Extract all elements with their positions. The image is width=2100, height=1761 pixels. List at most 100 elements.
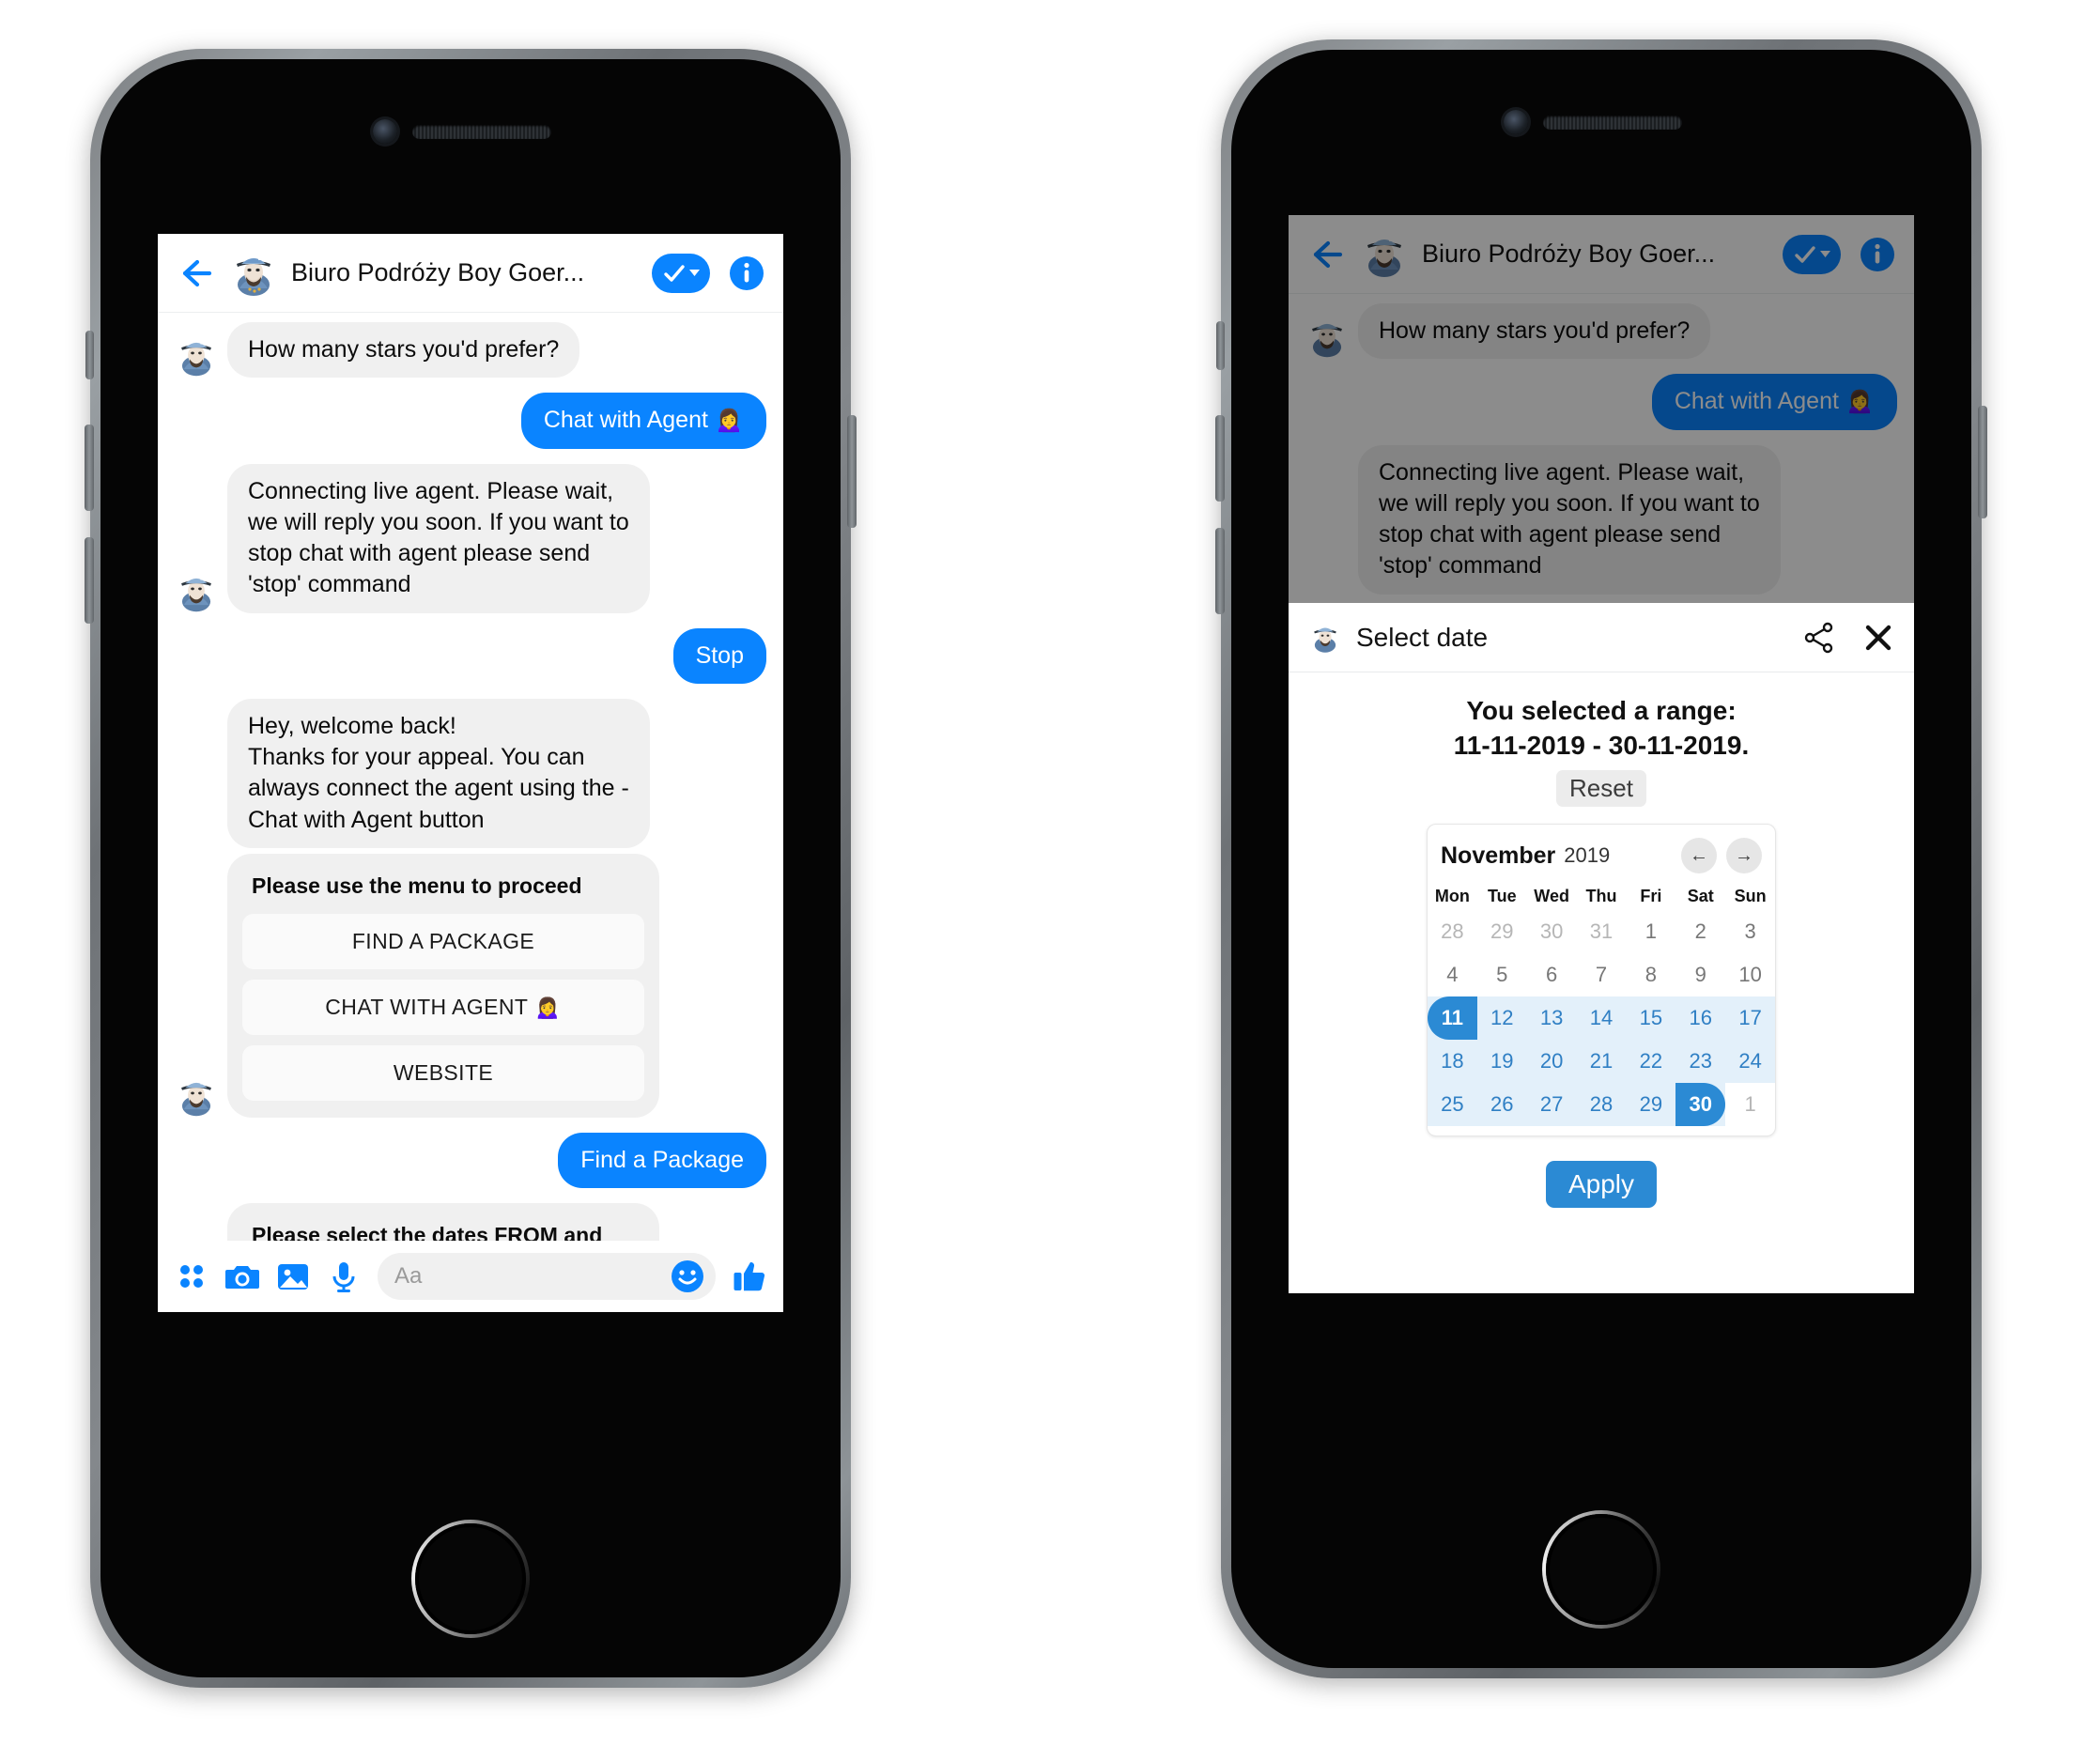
mute-switch[interactable] [85, 331, 94, 379]
reset-button[interactable]: Reset [1556, 770, 1646, 808]
smiley-icon[interactable] [671, 1259, 704, 1293]
info-icon[interactable] [729, 255, 764, 291]
day-header: Sun [1734, 887, 1767, 906]
calendar-day[interactable]: 29 [1477, 910, 1527, 953]
check-dropdown-icon[interactable] [1783, 234, 1841, 274]
app-grid-icon[interactable] [175, 1259, 208, 1293]
calendar-day[interactable]: 12 [1476, 996, 1527, 1041]
earpiece-speaker [412, 125, 551, 139]
phone-right: Biuro Podróży Boy Goer... How many stars… [1215, 39, 1987, 1678]
bot-avatar [1305, 316, 1349, 359]
mute-switch[interactable] [1216, 321, 1225, 370]
message-input[interactable]: Aa [378, 1253, 716, 1300]
calendar-day[interactable]: 26 [1476, 1083, 1527, 1127]
calendar-day[interactable]: 14 [1576, 996, 1627, 1041]
calendar-day[interactable]: 10 [1725, 953, 1775, 996]
message-bubble: Connecting live agent. Please wait, we w… [227, 463, 650, 613]
calendar-day[interactable]: 1 [1626, 910, 1675, 953]
calendar-day[interactable]: 5 [1477, 953, 1527, 996]
chat-with-agent-button[interactable]: CHAT WITH AGENT 🙍‍♀️ [242, 979, 644, 1035]
microphone-icon[interactable] [327, 1259, 361, 1293]
calendar-day[interactable]: 9 [1675, 953, 1725, 996]
apply-button[interactable]: Apply [1545, 1161, 1658, 1209]
select-date-modal: Select date You selected a range: 11-11-… [1289, 603, 1914, 1293]
message-bubble: Connecting live agent. Please wait, we w… [1358, 444, 1781, 595]
calendar-day[interactable]: 28 [1576, 1083, 1627, 1127]
website-button[interactable]: WEBSITE [242, 1044, 644, 1101]
front-camera-icon [373, 119, 397, 144]
calendar-day[interactable]: 6 [1527, 953, 1577, 996]
calendar-day[interactable]: 27 [1526, 1083, 1577, 1127]
message-row: Find a Package [158, 1132, 783, 1188]
calendar-day[interactable]: 30 [1675, 1083, 1726, 1127]
bot-avatar [175, 1074, 218, 1118]
home-button[interactable] [1542, 1510, 1660, 1629]
back-arrow-icon[interactable] [177, 254, 216, 293]
phone-right-body: Biuro Podróży Boy Goer... How many stars… [1231, 50, 1971, 1668]
calendar-day[interactable]: 30 [1527, 910, 1577, 953]
screenshot-stage: Biuro Podróży Boy Goer... How many stars… [0, 0, 2100, 1761]
message-row: Connecting live agent. Please wait, we w… [1289, 444, 1914, 595]
message-bubble: Stop [672, 627, 766, 684]
calendar-day[interactable]: 2 [1675, 910, 1725, 953]
calendar-day[interactable]: 18 [1428, 1040, 1477, 1084]
calendar-day[interactable]: 31 [1577, 910, 1627, 953]
calendar-day[interactable]: 3 [1725, 910, 1775, 953]
calendar-day[interactable]: 21 [1576, 1040, 1627, 1084]
calendar-day[interactable]: 17 [1725, 996, 1775, 1041]
calendar-day[interactable]: 16 [1675, 996, 1726, 1041]
back-arrow-icon[interactable] [1307, 235, 1347, 274]
message-row: Please use the menu to proceed FIND A PA… [158, 853, 783, 1118]
calendar-days[interactable]: 28 29 30 31 1 2 3 4 5 6 7 8 9 10 11 12 13 14 15 16 17 18 19 20 2… [1428, 910, 1775, 1127]
message-input-placeholder: Aa [394, 1263, 423, 1289]
calendar-day[interactable]: 15 [1626, 996, 1676, 1041]
power-button[interactable] [1978, 406, 1987, 518]
calendar-day[interactable]: 25 [1428, 1083, 1477, 1127]
find-a-package-button[interactable]: FIND A PACKAGE [242, 913, 644, 969]
phone-left-body: Biuro Podróży Boy Goer... How many stars… [100, 59, 841, 1677]
share-icon[interactable] [1803, 622, 1835, 654]
volume-up-button[interactable] [85, 425, 94, 511]
modal-body: You selected a range: 11-11-2019 - 30-11… [1289, 672, 1914, 1209]
calendar-day[interactable]: 19 [1476, 1040, 1527, 1084]
bot-avatar[interactable] [229, 249, 278, 298]
calendar-day[interactable]: 24 [1725, 1040, 1775, 1084]
home-button[interactable] [411, 1520, 530, 1638]
thumbs-up-icon[interactable] [733, 1259, 766, 1293]
camera-icon[interactable] [225, 1259, 259, 1293]
check-dropdown-icon[interactable] [652, 253, 710, 293]
volume-down-button[interactable] [1215, 528, 1225, 614]
bot-avatar [1309, 622, 1341, 654]
message-bubble: Find a Package [558, 1132, 766, 1188]
calendar-day[interactable]: 22 [1626, 1040, 1676, 1084]
calendar-day[interactable]: 13 [1526, 996, 1577, 1041]
bot-avatar[interactable] [1360, 230, 1409, 279]
next-month-button[interactable]: → [1726, 838, 1762, 874]
prev-month-button[interactable]: ← [1681, 838, 1717, 874]
calendar-day-headers: Mon Tue Wed Thu Fri Sat Sun [1428, 879, 1775, 910]
message-bubble: Hey, welcome back! Thanks for your appea… [227, 698, 650, 848]
day-header: Thu [1585, 887, 1617, 906]
menu-card: Please use the menu to proceed FIND A PA… [227, 853, 659, 1118]
chat-title: Biuro Podróży Boy Goer... [291, 258, 585, 286]
calendar-day[interactable]: 11 [1428, 996, 1477, 1041]
close-icon[interactable] [1863, 623, 1893, 653]
calendar-day[interactable]: 4 [1428, 953, 1477, 996]
image-icon[interactable] [276, 1259, 310, 1293]
calendar-day[interactable]: 29 [1626, 1083, 1676, 1127]
chat-message-list[interactable]: How many stars you'd prefer? Chat with A… [158, 313, 783, 1312]
power-button[interactable] [847, 415, 857, 528]
calendar-day[interactable]: 1 [1725, 1083, 1775, 1126]
calendar-year: 2019 [1564, 843, 1611, 868]
calendar-day[interactable]: 8 [1626, 953, 1675, 996]
calendar-day[interactable]: 7 [1577, 953, 1627, 996]
calendar-day[interactable]: 20 [1526, 1040, 1577, 1084]
bot-avatar [175, 570, 218, 613]
volume-up-button[interactable] [1215, 415, 1225, 502]
volume-down-button[interactable] [85, 537, 94, 624]
info-icon[interactable] [1860, 237, 1895, 272]
message-bubble: How many stars you'd prefer? [227, 322, 580, 378]
calendar-day[interactable]: 28 [1428, 910, 1477, 953]
calendar-header: November 2019 ← → [1428, 838, 1775, 879]
calendar-day[interactable]: 23 [1675, 1040, 1726, 1084]
